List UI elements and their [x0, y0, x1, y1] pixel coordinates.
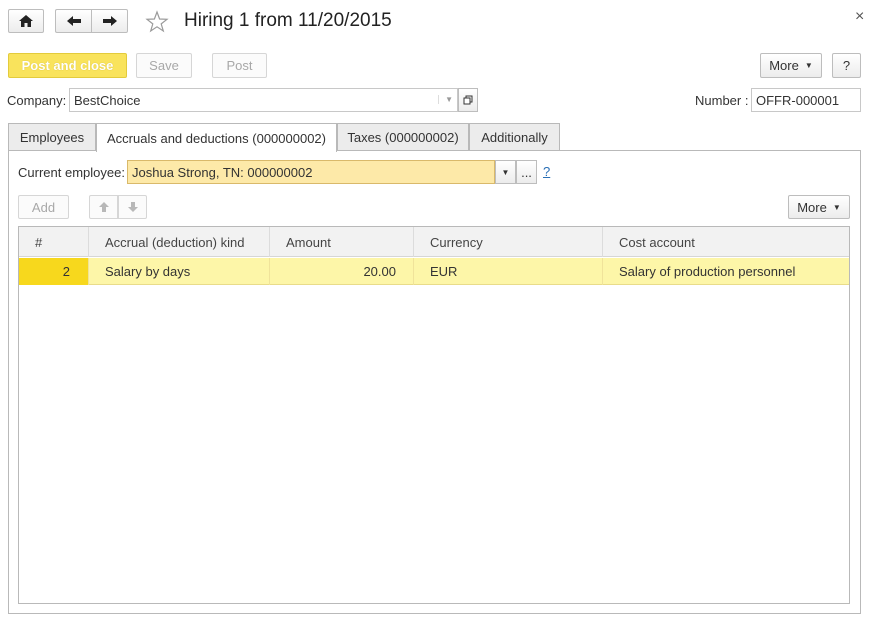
move-up-button[interactable] — [89, 195, 118, 219]
chevron-down-icon: ▼ — [501, 167, 510, 177]
home-icon — [19, 15, 33, 27]
move-down-button[interactable] — [118, 195, 147, 219]
tab-taxes-label: Taxes (000000002) — [347, 130, 459, 145]
open-company-button[interactable] — [458, 88, 478, 112]
current-employee-help-link[interactable]: ? — [543, 164, 550, 179]
page-title: Hiring 1 from 11/20/2015 — [184, 10, 392, 31]
row-kind-cell[interactable]: Salary by days — [89, 258, 270, 285]
row-currency: EUR — [430, 264, 458, 279]
column-header-amount[interactable]: Amount — [270, 227, 414, 257]
company-label: Company: — [7, 93, 67, 108]
open-window-icon — [463, 95, 473, 105]
help-label: ? — [842, 58, 851, 73]
add-button[interactable]: Add — [18, 195, 69, 219]
number-value: OFFR-000001 — [756, 92, 840, 108]
help-button[interactable]: ? — [832, 53, 861, 78]
post-button[interactable]: Post — [212, 53, 267, 78]
close-icon[interactable]: × — [855, 8, 864, 26]
company-value: BestChoice — [74, 92, 141, 108]
row-kind: Salary by days — [105, 264, 191, 279]
row-amount-cell[interactable]: 20.00 — [270, 258, 414, 285]
chevron-down-icon[interactable]: ▼ — [438, 95, 453, 104]
row-currency-cell[interactable]: EUR — [414, 258, 603, 285]
tab-employees-label: Employees — [19, 130, 85, 145]
current-employee-select-button[interactable]: ... — [516, 160, 537, 184]
home-button[interactable] — [8, 9, 44, 33]
row-amount: 20.00 — [363, 264, 396, 279]
table-more-label: More — [797, 199, 827, 215]
current-employee-field[interactable]: Joshua Strong, TN: 000000002 — [127, 160, 495, 184]
ellipsis-label: ... — [521, 164, 532, 180]
row-number: 2 — [62, 264, 70, 279]
tab-accruals-and-deductions[interactable]: Accruals and deductions (000000002) — [96, 123, 337, 152]
tab-accruals-label: Accruals and deductions (000000002) — [107, 130, 326, 146]
tab-additionally-label: Additionally — [481, 130, 548, 145]
column-header-number-label: # — [35, 234, 43, 250]
column-header-currency[interactable]: Currency — [414, 227, 603, 257]
chevron-down-icon: ▼ — [832, 202, 841, 212]
column-header-kind[interactable]: Accrual (deduction) kind — [89, 227, 270, 257]
current-employee-value: Joshua Strong, TN: 000000002 — [132, 164, 313, 180]
column-header-amount-label: Amount — [286, 234, 331, 250]
save-label: Save — [149, 58, 179, 73]
tab-additionally[interactable]: Additionally — [469, 123, 560, 151]
tab-employees[interactable]: Employees — [8, 123, 96, 151]
row-number-cell[interactable]: 2 — [19, 258, 89, 285]
save-button[interactable]: Save — [136, 53, 192, 78]
arrow-down-icon — [127, 202, 138, 212]
column-header-kind-label: Accrual (deduction) kind — [105, 234, 245, 250]
column-header-cost-account[interactable]: Cost account — [603, 227, 849, 257]
favorite-star-button[interactable] — [145, 10, 169, 34]
column-header-currency-label: Currency — [430, 234, 483, 250]
number-label: Number : — [695, 93, 749, 108]
current-employee-dropdown[interactable]: ▼ — [495, 160, 516, 184]
current-employee-label: Current employee: — [18, 165, 125, 180]
company-field[interactable]: BestChoice ▼ — [69, 88, 458, 112]
more-label: More — [769, 58, 799, 73]
row-account-cell[interactable]: Salary of production personnel — [603, 258, 849, 285]
row-account: Salary of production personnel — [619, 264, 796, 279]
post-and-close-label: Post and close — [21, 58, 114, 73]
tab-taxes[interactable]: Taxes (000000002) — [337, 123, 469, 151]
column-header-number[interactable]: # — [19, 227, 89, 257]
arrow-right-icon — [102, 16, 117, 26]
chevron-down-icon: ▼ — [804, 61, 813, 70]
post-and-close-button[interactable]: Post and close — [8, 53, 127, 78]
star-icon — [145, 10, 169, 33]
back-button[interactable] — [55, 9, 91, 33]
forward-button[interactable] — [91, 9, 128, 33]
post-label: Post — [226, 58, 253, 73]
more-button[interactable]: More ▼ — [760, 53, 822, 78]
arrow-left-icon — [66, 16, 81, 26]
add-label: Add — [31, 199, 56, 215]
table-more-button[interactable]: More ▼ — [788, 195, 850, 219]
arrow-up-icon — [98, 202, 109, 212]
number-field[interactable]: OFFR-000001 — [751, 88, 861, 112]
column-header-cost-account-label: Cost account — [619, 234, 695, 250]
